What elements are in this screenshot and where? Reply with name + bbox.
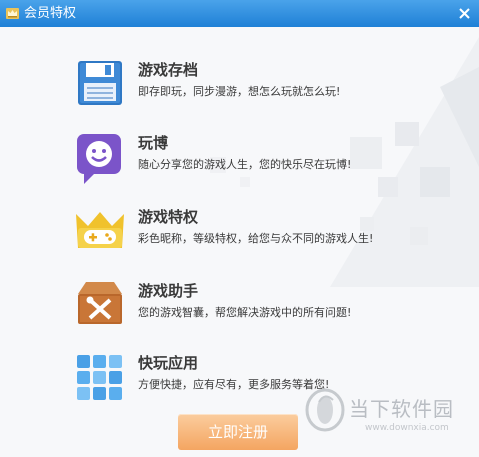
toolbox-icon (78, 282, 122, 324)
watermark-name: 当下软件园 (349, 397, 454, 421)
feature-description: 您的游戏智囊，帮您解决游戏中的所有问题! (138, 306, 352, 319)
feature-game-assistant: 游戏助手 您的游戏智囊，帮您解决游戏中的所有问题! (74, 280, 454, 340)
feature-title: 游戏助手 (138, 282, 199, 300)
member-privileges-window: 会员特权 游戏存档 即存即玩，同步漫游，想怎么玩就怎么玩! 玩博 随心分享您的游… (0, 0, 479, 457)
feature-title: 快玩应用 (138, 354, 199, 372)
feature-description: 彩色昵称，等级特权，给您与众不同的游戏人生! (138, 232, 374, 245)
close-icon[interactable] (456, 5, 473, 22)
feature-description: 即存即玩，同步漫游，想怎么玩就怎么玩! (138, 85, 341, 98)
watermark-url: www.downxia.com (365, 423, 449, 433)
smiley-chat-icon (77, 134, 121, 184)
feature-title: 游戏存档 (138, 61, 199, 79)
window-title: 会员特权 (24, 6, 77, 21)
gamepad-crown-icon (76, 212, 124, 248)
feature-wanbo: 玩博 随心分享您的游戏人生，您的快乐尽在玩博! (74, 132, 454, 192)
feature-description: 随心分享您的游戏人生，您的快乐尽在玩博! (138, 158, 352, 171)
floppy-disk-icon (78, 61, 122, 105)
feature-game-privileges: 游戏特权 彩色昵称，等级特权，给您与众不同的游戏人生! (74, 206, 454, 266)
watermark: 当下软件园 www.downxia.com (301, 382, 479, 457)
feature-title: 玩博 (138, 134, 169, 152)
logo-icon (305, 388, 345, 432)
app-grid-icon (77, 355, 122, 400)
feature-title: 游戏特权 (138, 208, 199, 226)
title-bar[interactable]: 会员特权 (0, 0, 479, 27)
feature-game-save: 游戏存档 即存即玩，同步漫游，想怎么玩就怎么玩! (74, 59, 454, 119)
register-now-button[interactable]: 立即注册 (178, 414, 298, 450)
crown-icon (6, 8, 19, 19)
